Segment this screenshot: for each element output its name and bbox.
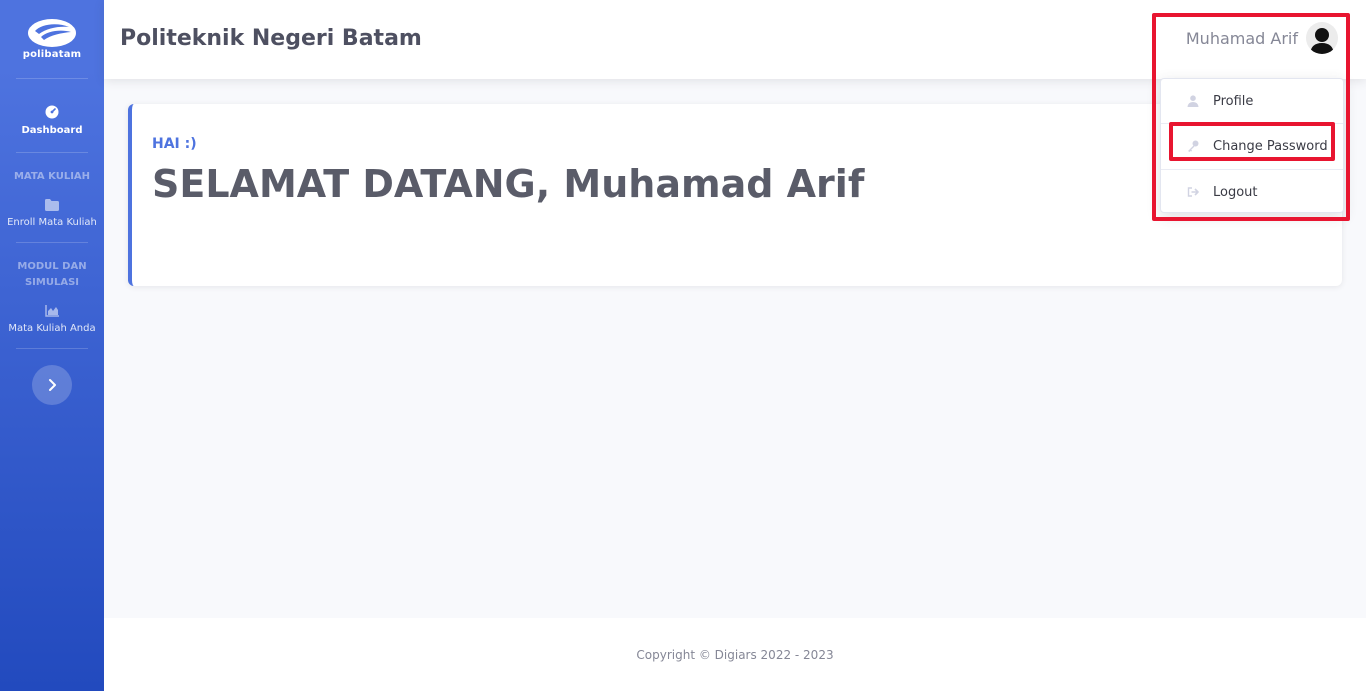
menu-item-label: Change Password xyxy=(1213,138,1328,154)
menu-item-label: Profile xyxy=(1213,93,1254,109)
sidebar-item-label: Dashboard xyxy=(21,125,83,136)
sidebar-heading-mata-kuliah: MATA KULIAH xyxy=(13,171,91,182)
key-icon xyxy=(1188,140,1199,152)
sidebar-divider xyxy=(16,348,88,349)
sidebar: polibatam Dashboard MATA KULIAH Enroll M… xyxy=(0,0,104,691)
welcome-headline: SELAMAT DATANG, Muhamad Arif xyxy=(152,162,865,206)
brand[interactable]: polibatam xyxy=(0,0,104,78)
avatar xyxy=(1306,22,1338,54)
user-name: Muhamad Arif xyxy=(1185,28,1298,48)
tachometer-icon xyxy=(45,105,59,119)
sidebar-item-label: Enroll Mata Kuliah xyxy=(7,217,97,228)
sidebar-item-dashboard[interactable]: Dashboard xyxy=(0,79,104,152)
chevron-right-icon xyxy=(49,379,56,391)
sidebar-heading-modul: MODUL DAN SIMULASI xyxy=(17,261,87,288)
welcome-greeting: HAI :) xyxy=(152,136,197,152)
polibatam-logo-icon xyxy=(28,19,76,47)
user-menu-toggle[interactable]: Muhamad Arif xyxy=(1186,22,1338,54)
menu-item-logout[interactable]: Logout xyxy=(1161,170,1343,214)
sidebar-item-mata-kuliah-anda[interactable]: Mata Kuliah Anda xyxy=(0,291,104,348)
brand-name: polibatam xyxy=(22,49,82,60)
footer: Copyright © Digiars 2022 - 2023 xyxy=(104,618,1366,691)
page-title: Politeknik Negeri Batam xyxy=(120,26,422,51)
sidebar-item-label: Mata Kuliah Anda xyxy=(8,323,96,334)
chart-area-icon xyxy=(45,305,59,317)
menu-item-label: Logout xyxy=(1213,184,1258,200)
menu-item-profile[interactable]: Profile xyxy=(1161,79,1343,123)
sidebar-item-enroll[interactable]: Enroll Mata Kuliah xyxy=(0,185,104,242)
user-dropdown-menu: Profile Change Password Logout xyxy=(1160,78,1344,213)
user-icon xyxy=(1187,95,1199,107)
topbar: Politeknik Negeri Batam Muhamad Arif xyxy=(104,0,1366,79)
copyright-text: Copyright © Digiars 2022 - 2023 xyxy=(636,647,834,662)
sidebar-toggle-button[interactable] xyxy=(32,365,72,405)
sign-out-icon xyxy=(1187,187,1199,197)
folder-icon xyxy=(45,199,59,211)
menu-item-change-password[interactable]: Change Password xyxy=(1161,124,1343,168)
user-silhouette-icon xyxy=(1310,28,1334,54)
